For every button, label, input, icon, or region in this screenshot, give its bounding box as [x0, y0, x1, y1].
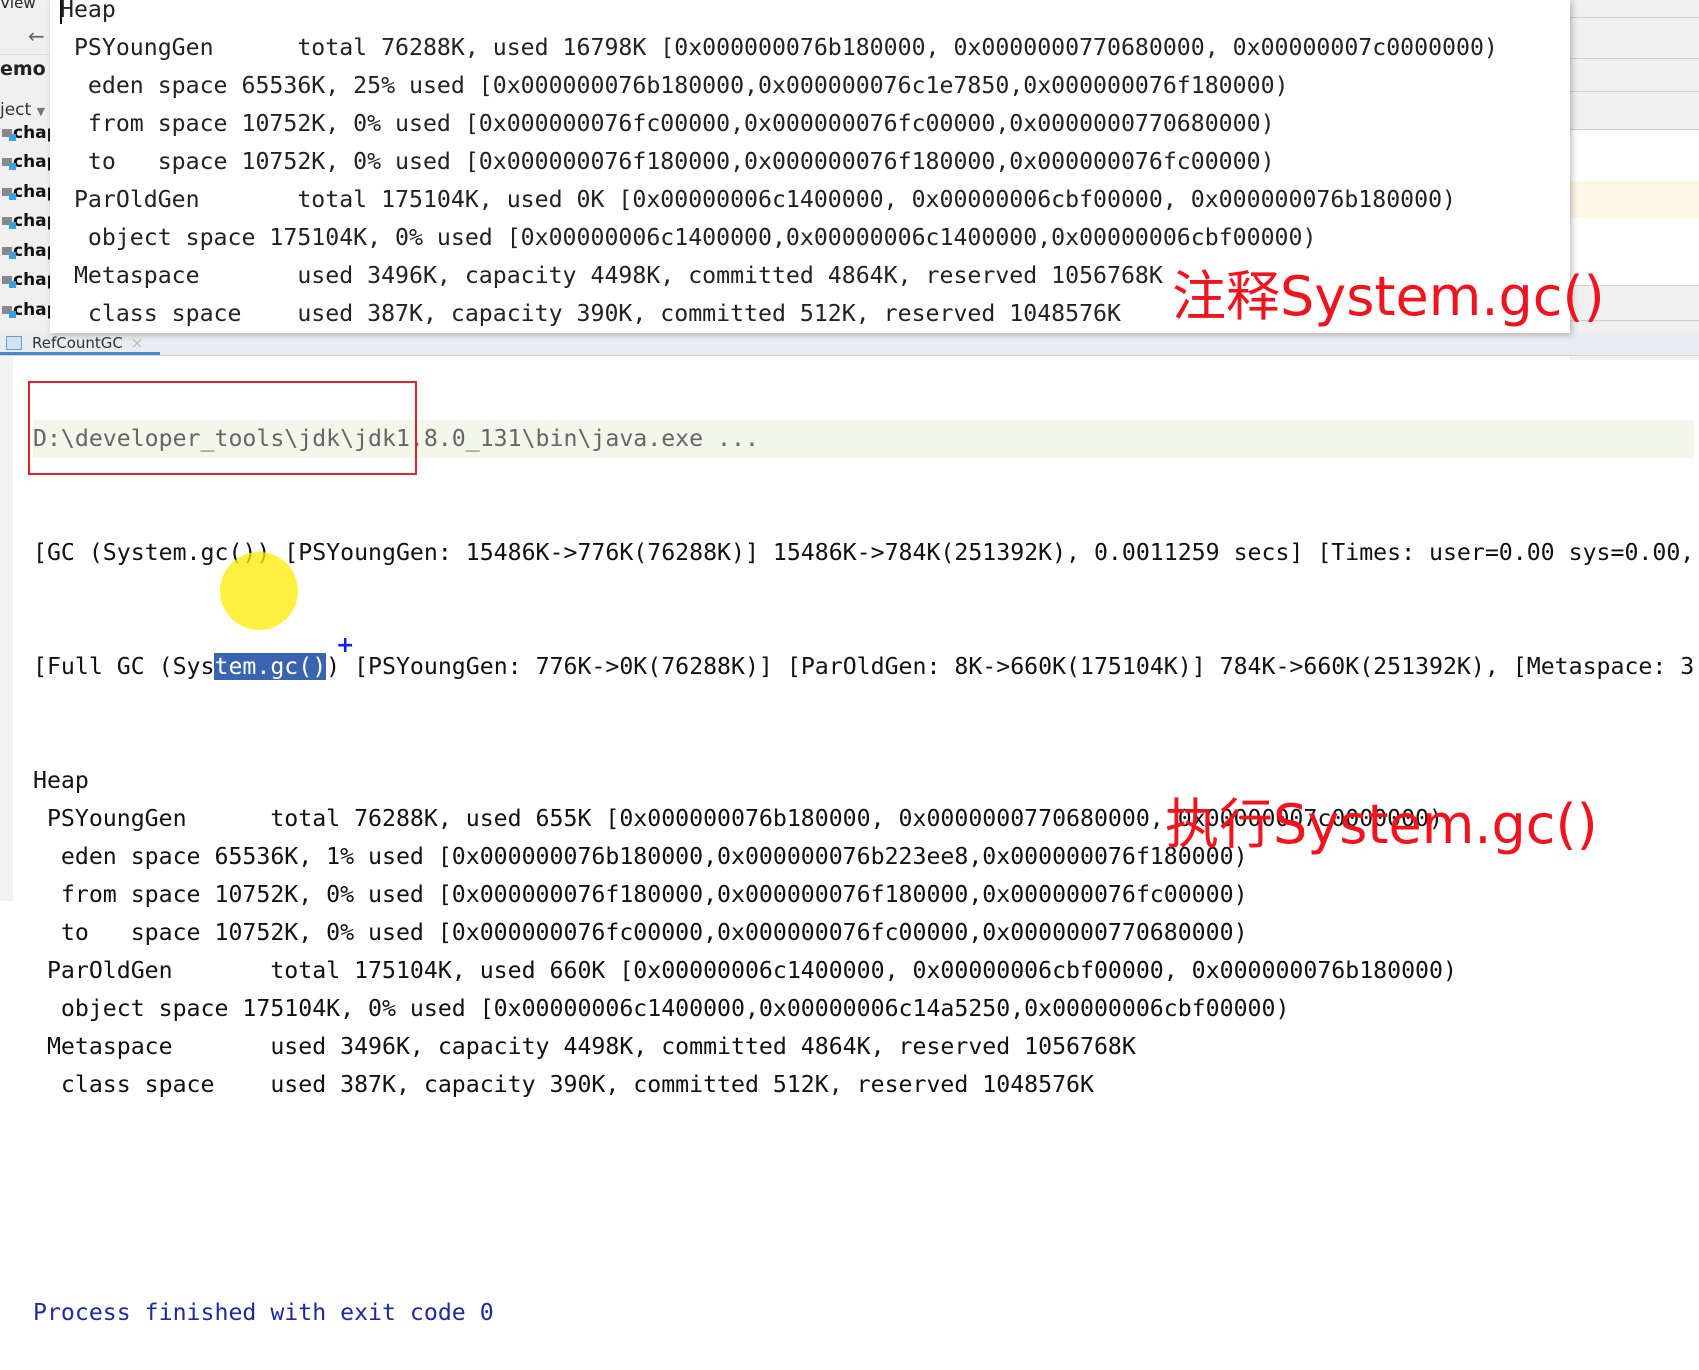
tree-item-label: chap [13, 152, 55, 173]
tree-item[interactable]: chap [2, 236, 55, 266]
breadcrumb[interactable]: emo [0, 58, 46, 80]
tree-item-label: chap [13, 211, 55, 232]
package-icon [2, 158, 16, 171]
console-gutter [0, 356, 13, 901]
dropdown-arrow-icon: ▼ [36, 105, 46, 118]
tree-item[interactable]: chap [2, 295, 55, 325]
package-icon [2, 187, 16, 200]
package-icon [2, 276, 16, 289]
package-icon [2, 246, 16, 259]
popup-line: Heap [60, 0, 116, 23]
package-icon [2, 305, 16, 318]
popup-line: to space 10752K, 0% used [0x000000076f18… [60, 148, 1275, 175]
tree-item-label: chap [13, 240, 55, 261]
cursor-cross-icon: + [336, 633, 355, 658]
popup-line: PSYoungGen total 76288K, used 16798K [0x… [60, 34, 1498, 61]
heap-line: from space 10752K, 0% used [0x000000076f… [33, 881, 1248, 908]
project-tree: chap chap chap chap chap chap chap [2, 118, 55, 325]
full-gc-line: [Full GC (System.gc()) [PSYoungGen: 776K… [33, 648, 1694, 686]
tree-item[interactable]: chap [2, 118, 55, 148]
back-arrow-icon[interactable]: ← [28, 24, 45, 48]
tree-item-label: chap [13, 299, 55, 320]
tree-item-label: chap [13, 122, 55, 143]
tree-item-label: chap [13, 181, 55, 202]
tree-item[interactable]: chap [2, 266, 55, 296]
menu-view[interactable]: View [0, 0, 36, 12]
exit-message: Process finished with exit code 0 [33, 1299, 494, 1326]
heap-line: ParOldGen total 175104K, used 660K [0x00… [33, 957, 1457, 984]
tree-item[interactable]: chap [2, 148, 55, 178]
full-gc-text-rest: ) [PSYoungGen: 776K->0K(76288K)] [ParOld… [326, 653, 1695, 680]
annotation-commented: 注释System.gc() [1172, 265, 1605, 328]
package-icon [2, 217, 16, 230]
toolbar: ← [0, 22, 54, 55]
heap-line: object space 175104K, 0% used [0x0000000… [33, 995, 1290, 1022]
popup-line: from space 10752K, 0% used [0x000000076f… [60, 110, 1275, 137]
full-gc-text: [Full GC (Sys [33, 653, 215, 680]
annotation-box [28, 381, 417, 475]
heap-line: to space 10752K, 0% used [0x000000076fc0… [33, 919, 1248, 946]
popup-line: eden space 65536K, 25% used [0x000000076… [60, 72, 1289, 99]
popup-line: ParOldGen total 175104K, used 0K [0x0000… [60, 186, 1457, 213]
tree-item[interactable]: chap [2, 207, 55, 237]
selected-text[interactable]: tem.gc() [214, 653, 327, 680]
console-icon [6, 335, 22, 350]
tree-item-label: chap [13, 270, 55, 291]
project-sidebar: View ← emo ject ▼ chap chap chap chap chap ch… [0, 0, 55, 333]
project-view-label: ject [0, 100, 32, 120]
project-view-dropdown[interactable]: ject ▼ [0, 100, 45, 120]
heap-line: Metaspace used 3496K, capacity 4498K, co… [33, 1033, 1136, 1060]
tree-item[interactable]: chap [2, 177, 55, 207]
package-icon [2, 128, 16, 141]
heap-line: class space used 387K, capacity 390K, co… [33, 1071, 1094, 1098]
annotation-executed: 执行System.gc() [1165, 793, 1598, 856]
cursor-highlight [220, 552, 298, 630]
